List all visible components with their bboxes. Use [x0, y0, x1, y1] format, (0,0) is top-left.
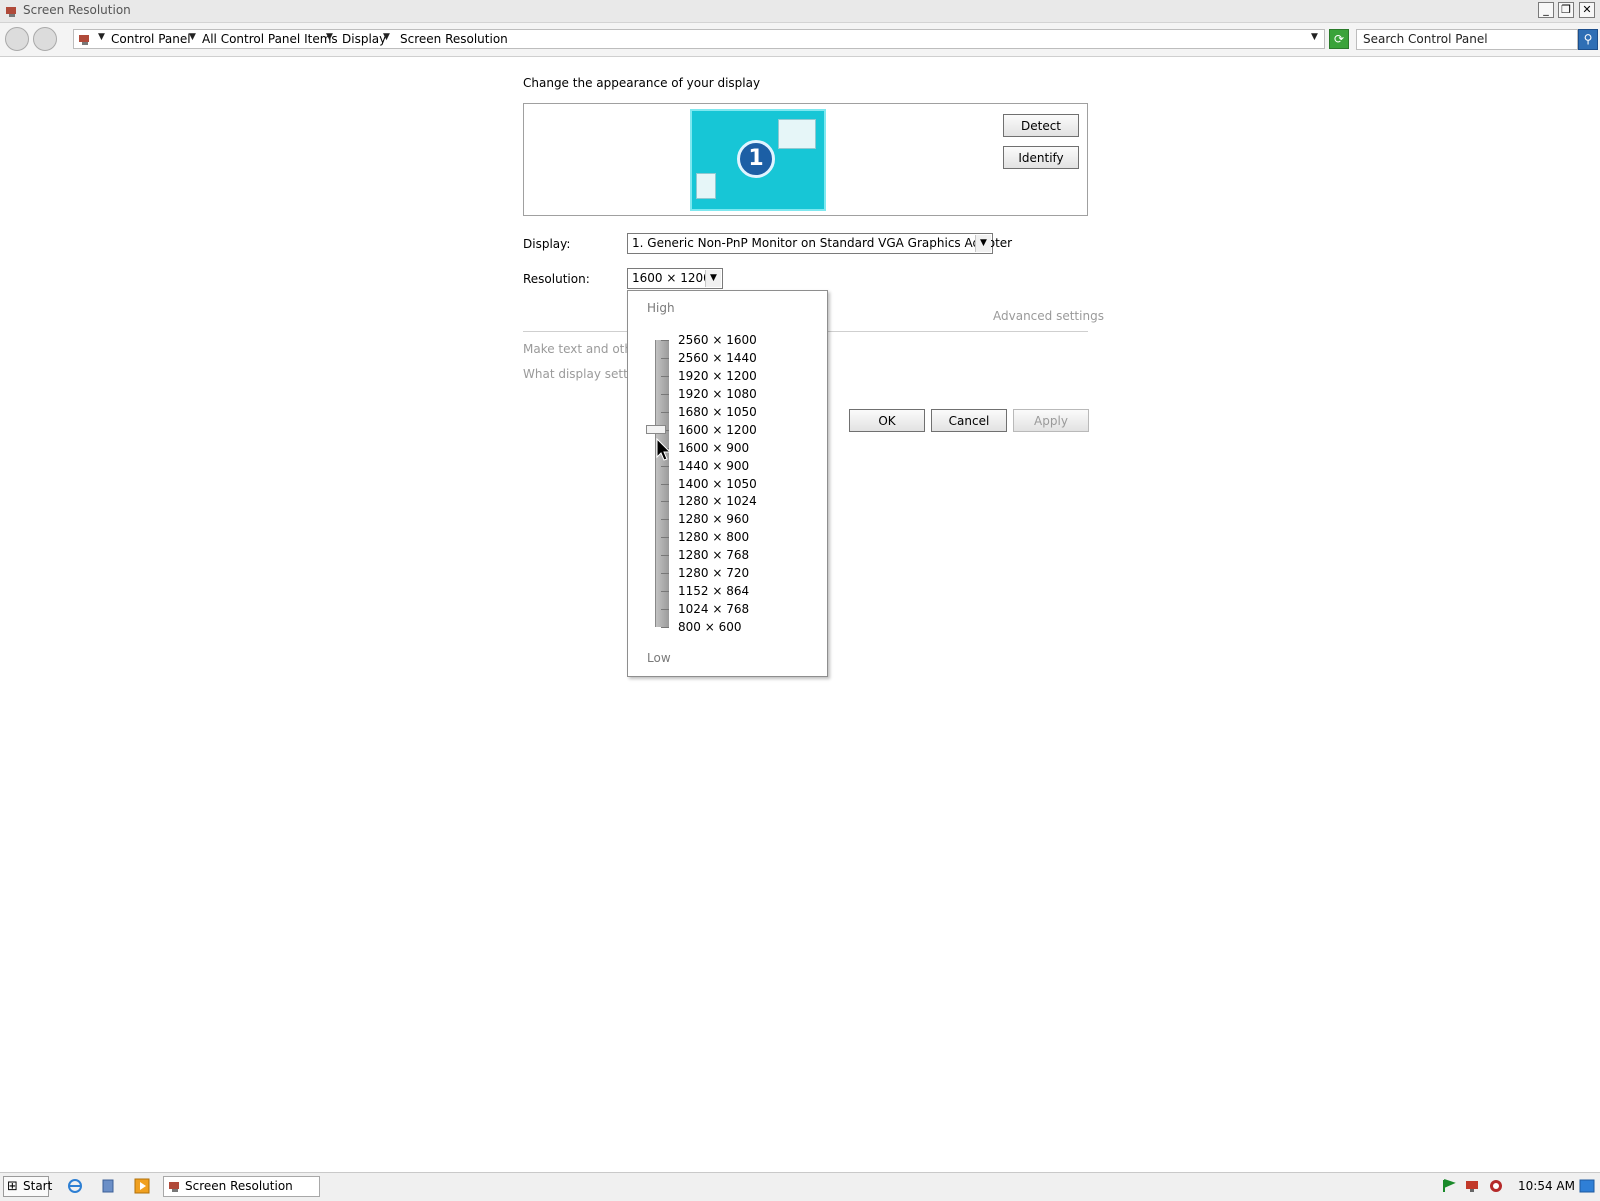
high-label: High: [647, 301, 675, 315]
slider-tick: [661, 340, 669, 341]
title-bar: Screen Resolution _ ❐ ✕: [0, 0, 1600, 23]
close-button[interactable]: ✕: [1579, 2, 1595, 18]
display-select-value: 1. Generic Non-PnP Monitor on Standard V…: [632, 236, 1013, 250]
slider-tick: [661, 519, 669, 520]
chevron-down-icon[interactable]: ▼: [98, 32, 105, 42]
address-bar: ▼ Control Panel ▼ All Control Panel Item…: [0, 23, 1600, 57]
resolution-option[interactable]: 1280 × 720: [678, 566, 749, 580]
refresh-icon[interactable]: ⟳: [1329, 29, 1349, 49]
apply-button[interactable]: Apply: [1013, 409, 1089, 432]
breadcrumb-control-panel[interactable]: Control Panel: [111, 32, 191, 46]
breadcrumb-screen-resolution[interactable]: Screen Resolution: [400, 32, 508, 46]
detect-button[interactable]: Detect: [1003, 114, 1079, 137]
resolution-option[interactable]: 1440 × 900: [678, 459, 749, 473]
breadcrumb[interactable]: ▼ Control Panel ▼ All Control Panel Item…: [73, 29, 1325, 49]
resolution-option[interactable]: 2560 × 1440: [678, 351, 757, 365]
slider-tick: [661, 591, 669, 592]
resolution-option[interactable]: 1280 × 960: [678, 512, 749, 526]
resolution-option[interactable]: 1600 × 900: [678, 441, 749, 455]
taskbar: ⊞ Start Screen Resolution 10:54 AM: [0, 1172, 1600, 1201]
resolution-option-selected[interactable]: 1600 × 1200: [678, 423, 757, 437]
resolution-option[interactable]: 800 × 600: [678, 620, 742, 634]
display-settings-icon: [168, 1179, 182, 1199]
mini-window-graphic: [778, 119, 816, 149]
chevron-down-icon[interactable]: ▼: [705, 270, 721, 287]
page-title: Change the appearance of your display: [523, 76, 761, 90]
resolution-select[interactable]: 1600 × 1200 ▼: [627, 268, 723, 289]
volume-icon[interactable]: [1488, 1178, 1504, 1194]
slider-tick: [661, 412, 669, 413]
back-arrow-icon[interactable]: [5, 27, 29, 51]
history-dropdown-icon[interactable]: ▼: [1311, 32, 1318, 42]
start-button[interactable]: ⊞ Start: [3, 1176, 53, 1197]
slider-tick: [661, 627, 669, 628]
minimize-button[interactable]: _: [1538, 2, 1554, 18]
internet-explorer-icon[interactable]: [67, 1178, 83, 1194]
chevron-down-icon[interactable]: ▼: [383, 32, 390, 42]
taskbar-item-label: Screen Resolution: [185, 1179, 293, 1193]
resolution-select-value: 1600 × 1200: [632, 271, 711, 285]
cancel-button[interactable]: Cancel: [931, 409, 1007, 432]
display-select[interactable]: 1. Generic Non-PnP Monitor on Standard V…: [627, 233, 1012, 254]
make-text-larger-link[interactable]: Make text and othe: [523, 342, 639, 356]
identify-button[interactable]: Identify: [1003, 146, 1079, 169]
slider-tick: [661, 609, 669, 610]
resolution-option[interactable]: 1024 × 768: [678, 602, 749, 616]
resolution-option[interactable]: 1280 × 1024: [678, 494, 757, 508]
clock[interactable]: 10:54 AM: [1518, 1179, 1575, 1193]
start-label: Start: [23, 1179, 53, 1193]
resolution-option[interactable]: 1280 × 800: [678, 530, 749, 544]
slider-tick: [661, 376, 669, 377]
slider-tick: [661, 573, 669, 574]
resolution-slider-thumb[interactable]: [646, 425, 666, 434]
slider-tick: [661, 358, 669, 359]
slider-tick: [661, 484, 669, 485]
low-label: Low: [647, 651, 671, 665]
display-tray-icon[interactable]: [1464, 1178, 1480, 1194]
slider-tick: [661, 394, 669, 395]
windows-logo-icon: ⊞: [7, 1179, 18, 1194]
resolution-label: Resolution:: [523, 272, 590, 286]
window-title: Screen Resolution: [23, 3, 131, 17]
mini-window-graphic: [696, 173, 716, 199]
forward-arrow-icon[interactable]: [33, 27, 57, 51]
chevron-down-icon[interactable]: ▼: [975, 235, 991, 252]
breadcrumb-all-items[interactable]: All Control Panel Items: [202, 32, 338, 46]
search-icon[interactable]: ⚲: [1578, 29, 1598, 50]
taskbar-item-screen-resolution[interactable]: Screen Resolution: [163, 1176, 320, 1197]
chevron-down-icon[interactable]: ▼: [326, 32, 333, 42]
resolution-option[interactable]: 1920 × 1200: [678, 369, 757, 383]
monitor-number-badge: 1: [737, 140, 775, 178]
resolution-option[interactable]: 1920 × 1080: [678, 387, 757, 401]
resolution-option[interactable]: 1280 × 768: [678, 548, 749, 562]
resolution-option[interactable]: 1400 × 1050: [678, 477, 757, 491]
restore-button[interactable]: ❐: [1558, 2, 1574, 18]
file-explorer-icon[interactable]: [100, 1178, 116, 1194]
ok-button[interactable]: OK: [849, 409, 925, 432]
media-player-icon[interactable]: [134, 1178, 150, 1194]
resolution-option[interactable]: 2560 × 1600: [678, 333, 757, 347]
mouse-cursor-icon: [656, 437, 672, 465]
display-label: Display:: [523, 237, 571, 251]
slider-tick: [661, 501, 669, 502]
control-panel-icon: [78, 32, 92, 46]
slider-tick: [661, 466, 669, 467]
chevron-down-icon[interactable]: ▼: [189, 32, 196, 42]
resolution-option[interactable]: 1680 × 1050: [678, 405, 757, 419]
resolution-option[interactable]: 1152 × 864: [678, 584, 749, 598]
show-desktop-icon[interactable]: [1579, 1178, 1595, 1194]
breadcrumb-display[interactable]: Display: [342, 32, 386, 46]
slider-tick: [661, 537, 669, 538]
slider-tick: [661, 555, 669, 556]
search-input[interactable]: Search Control Panel: [1356, 29, 1578, 50]
advanced-settings-link[interactable]: Advanced settings: [993, 309, 1104, 323]
display-settings-icon: [5, 4, 19, 18]
network-flag-icon[interactable]: [1440, 1178, 1456, 1194]
